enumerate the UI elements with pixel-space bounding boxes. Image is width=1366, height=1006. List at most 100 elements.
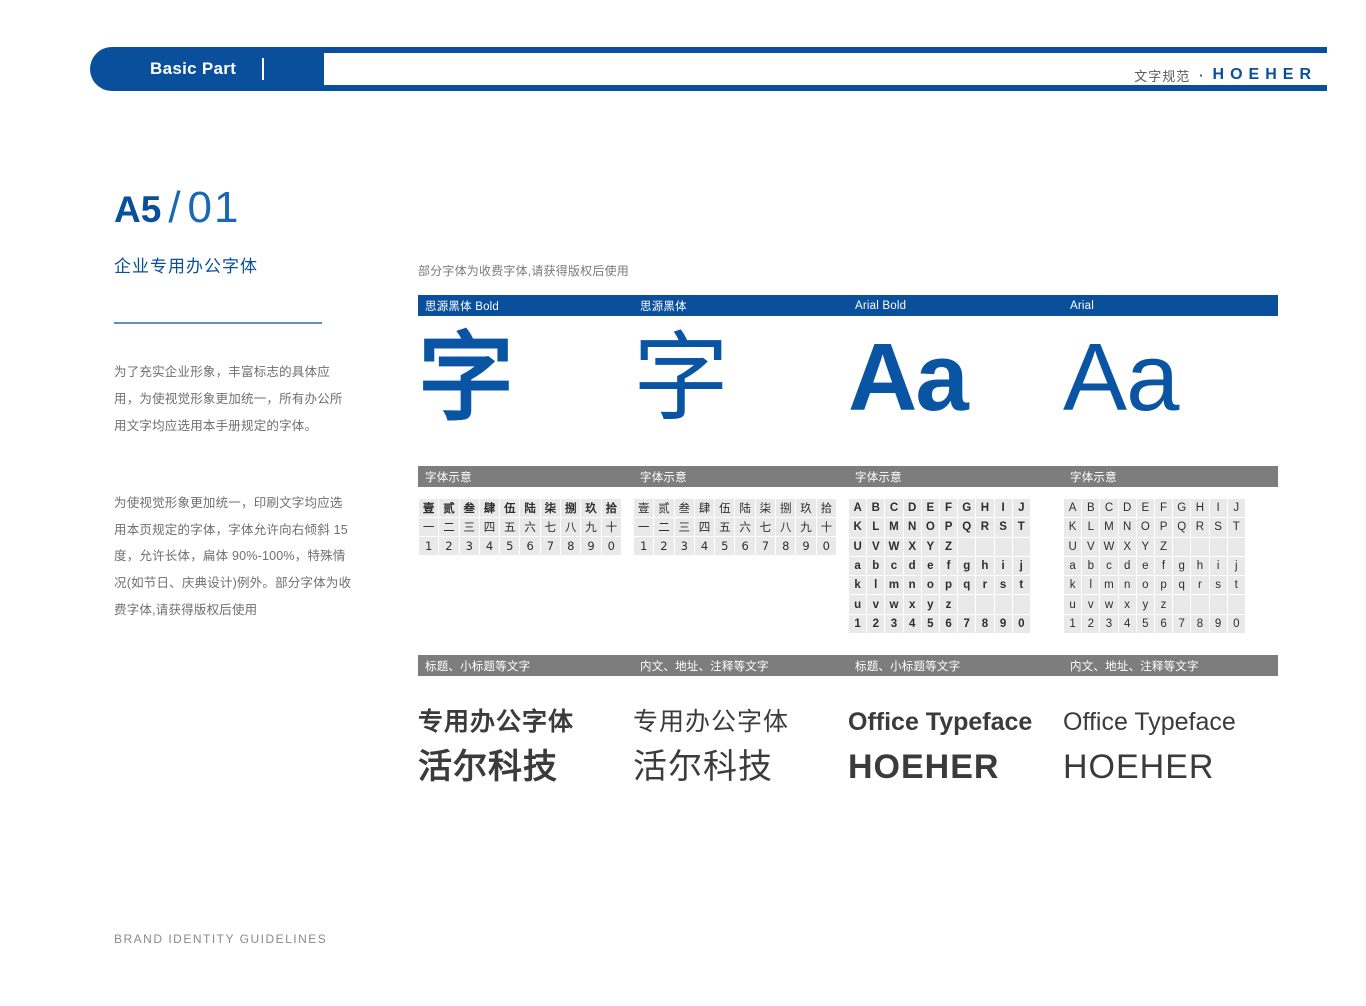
glyph-cell: P — [1154, 518, 1173, 537]
glyph-cell: 十 — [601, 518, 621, 536]
glyph-cell: 伍 — [500, 499, 520, 517]
glyph-cell — [1012, 537, 1030, 556]
glyph-cell: 0 — [1012, 614, 1030, 634]
sample-col: Office Typeface HOEHER — [848, 706, 1063, 856]
glyph-cell: I — [994, 499, 1012, 518]
header-right-bar: 文字规范 · HOEHER — [318, 47, 1327, 91]
glyph-cell: G — [958, 499, 976, 518]
glyph-grid-row: ABCDEFGHIJ — [849, 499, 1030, 518]
glyph-cell: 三 — [459, 518, 479, 536]
glyph-cell: 2 — [439, 537, 459, 555]
glyph-cell: z — [1154, 595, 1173, 614]
glyph-cell — [958, 595, 976, 614]
glyph-cell: n — [903, 576, 921, 595]
glyph-cell: M — [1100, 518, 1118, 537]
glyph-cell: P — [939, 518, 958, 537]
glyph-cell: 0 — [816, 537, 836, 555]
usage-band: 标题、小标题等文字 内文、地址、注释等文字 标题、小标题等文字 内文、地址、注释… — [418, 655, 1278, 676]
usage-label: 内文、地址、注释等文字 — [1070, 660, 1199, 673]
section-code-number: 01 — [187, 183, 241, 232]
glyph-cell: 2 — [654, 537, 674, 555]
glyph-grid-row: UVWXYZ — [849, 537, 1030, 556]
font-name-band: 思源黑体 Bold 思源黑体 Arial Bold Arial — [418, 295, 1278, 316]
specimen-col: 字 — [418, 316, 633, 426]
sample-col: 专用办公字体 活尔科技 — [418, 706, 633, 856]
glyph-cell: C — [885, 499, 903, 518]
glyph-cell: f — [939, 556, 958, 576]
glyph-cell: E — [921, 499, 939, 518]
glyph-cell: 伍 — [715, 499, 735, 517]
glyph-cell: 0 — [1227, 614, 1245, 634]
glyph-cell: j — [1012, 556, 1030, 576]
glyph-cell: q — [958, 576, 976, 595]
glyph-cell: 捌 — [776, 499, 796, 517]
glyph-grid-row: 1234567890 — [634, 537, 836, 555]
glyph-chart-label: 字体示意 — [855, 471, 902, 484]
sample-text-primary: Office Typeface — [848, 708, 1033, 736]
glyph-cell: l — [1082, 576, 1100, 595]
glyph-cell: L — [1082, 518, 1100, 537]
glyph-cell: 壹 — [419, 499, 439, 517]
glyph-grid-row: ABCDEFGHIJ — [1064, 499, 1245, 518]
glyph-cell: 叁 — [459, 499, 479, 517]
glyph-cell — [1209, 537, 1227, 556]
glyph-cell: D — [1118, 499, 1136, 518]
glyph-cell: 1 — [1064, 614, 1082, 634]
glyph-cell: 7 — [958, 614, 976, 634]
glyph-grid-row: uvwxyz — [849, 595, 1030, 614]
glyph-cell: n — [1118, 576, 1136, 595]
divider-rule — [114, 322, 322, 324]
glyph-cell: L — [867, 518, 885, 537]
glyph-cell: 4 — [903, 614, 921, 634]
glyph-cell — [976, 595, 994, 614]
header-left-pill: Basic Part — [90, 47, 330, 91]
usage-label: 内文、地址、注释等文字 — [640, 660, 769, 673]
glyph-cell: y — [921, 595, 939, 614]
glyph-cell: d — [903, 556, 921, 576]
glyph-cell — [1227, 595, 1245, 614]
glyph-cell: c — [1100, 556, 1118, 576]
glyph-cell: e — [1136, 556, 1154, 576]
glyph-cell: B — [1082, 499, 1100, 518]
glyph-cell: 二 — [654, 518, 674, 536]
sample-text-secondary: 活尔科技 — [633, 746, 773, 787]
header-dot-separator: · — [1199, 67, 1204, 83]
glyph-cell: R — [1191, 518, 1209, 537]
typography-panel: 部分字体为收费字体,请获得版权后使用 思源黑体 Bold 思源黑体 Arial … — [418, 262, 1278, 856]
sample-col: Office Typeface HOEHER — [1063, 706, 1278, 856]
glyph-cell: I — [1209, 499, 1227, 518]
glyph-cell: 0 — [601, 537, 621, 555]
glyph-cell: k — [1064, 576, 1082, 595]
latin-glyph-grid: ABCDEFGHIJKLMNOPQRSTUVWXYZabcdefghijklmn… — [848, 498, 1031, 635]
glyph-cell: 7 — [540, 537, 561, 555]
glyph-grid-row: abcdefghij — [1064, 556, 1245, 576]
glyph-cell: 7 — [1173, 614, 1191, 634]
glyph-cell: 九 — [796, 518, 816, 536]
glyph-cell: 十 — [816, 518, 836, 536]
glyph-cell: r — [976, 576, 994, 595]
left-column: A5/01 企业专用办公字体 为了充实企业形象，丰富标志的具体应用，为使视觉形象… — [114, 186, 354, 637]
glyph-cell: 8 — [976, 614, 994, 634]
glyph-cell: j — [1227, 556, 1245, 576]
section-code: A5/01 — [114, 186, 354, 230]
glyph-cell: G — [1173, 499, 1191, 518]
latin-glyph-grid: ABCDEFGHIJKLMNOPQRSTUVWXYZabcdefghijklmn… — [1063, 498, 1246, 635]
glyph-cell: C — [1100, 499, 1118, 518]
glyph-cell: K — [1064, 518, 1082, 537]
section-code-slash: / — [168, 183, 181, 232]
glyph-cell: h — [1191, 556, 1209, 576]
glyph-cell: 3 — [459, 537, 479, 555]
glyph-cell: U — [1064, 537, 1082, 556]
specimen-col: Aa — [848, 316, 1063, 426]
glyph-grid-row: UVWXYZ — [1064, 537, 1245, 556]
glyph-cell: 4 — [479, 537, 500, 555]
glyph-grid-row: KLMNOPQRST — [1064, 518, 1245, 537]
glyph-cell: a — [849, 556, 867, 576]
glyph-chart-label: 字体示意 — [640, 471, 687, 484]
page-title: Basic Part — [150, 59, 237, 78]
glyph-cell: 贰 — [654, 499, 674, 517]
glyph-cell: K — [849, 518, 867, 537]
glyph-cell: m — [1100, 576, 1118, 595]
specimen-col: Aa — [1063, 316, 1278, 426]
glyph-cell: i — [994, 556, 1012, 576]
